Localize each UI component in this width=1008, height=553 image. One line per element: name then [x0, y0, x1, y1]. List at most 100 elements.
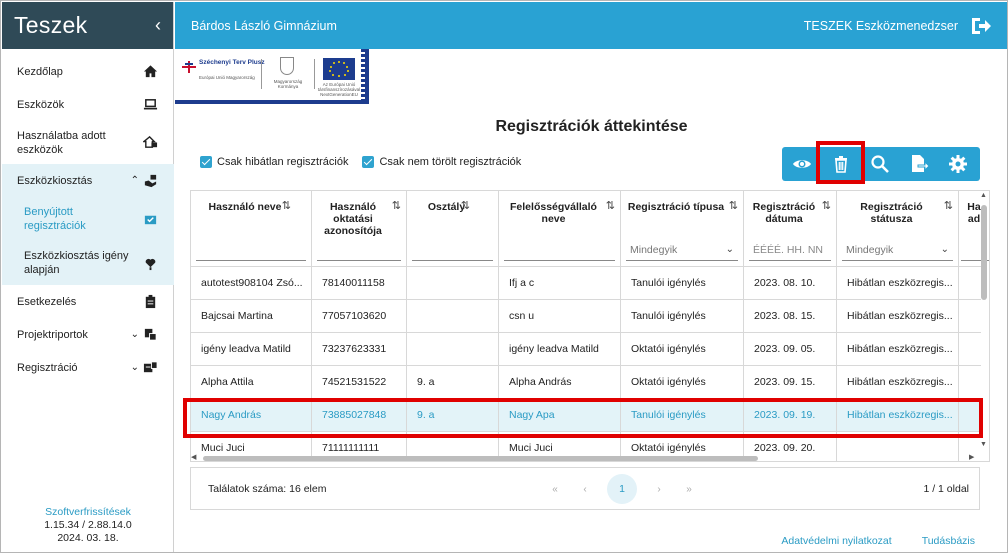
- sort-icon[interactable]: ⇅: [606, 199, 615, 212]
- sidebar-item-label: Eszközök: [17, 98, 65, 111]
- table-row[interactable]: igény leadva Matild 73237623331 igény lead…: [191, 333, 981, 366]
- sort-icon[interactable]: ⇅: [944, 199, 953, 212]
- cell-registration-status: Hibátlan eszközregis...: [837, 366, 959, 399]
- collapse-sidebar-icon[interactable]: ‹: [155, 15, 161, 36]
- sort-icon[interactable]: ⇅: [822, 199, 831, 212]
- page-1-button[interactable]: 1: [607, 474, 637, 504]
- logout-icon[interactable]: [970, 16, 992, 36]
- app-name: TESZEK Eszközmenedzser: [803, 18, 958, 33]
- cell-registration-date: 2023. 09. 15.: [744, 366, 837, 399]
- search-button[interactable]: [860, 147, 899, 181]
- registration-status-select[interactable]: Mindegyik ⌄: [842, 239, 953, 261]
- sort-icon[interactable]: ⇅: [461, 199, 470, 212]
- sidebar-item-allocation-by-request[interactable]: Eszközkiosztás igény alapján: [2, 241, 174, 285]
- table-row[interactable]: Alpha Attila 74521531522 9. a Alpha András O…: [191, 366, 981, 399]
- vertical-scrollbar[interactable]: ▲ ▼: [979, 190, 989, 452]
- checkbox-checked-icon[interactable]: [362, 156, 375, 168]
- sidebar-item-allocation[interactable]: Eszközkiosztás ⌃: [2, 164, 174, 197]
- sidebar-item-devices[interactable]: Eszközök: [2, 88, 174, 121]
- column-header-registration-status[interactable]: Regisztráció státusza ⇅ Mindegyik ⌄: [837, 191, 959, 267]
- export-button[interactable]: [899, 147, 938, 181]
- checkbox-checked-icon[interactable]: [200, 156, 212, 168]
- sidebar-item-label: Eszközkiosztás: [17, 174, 93, 187]
- cell-guardian-name: igény leadva Matild: [499, 333, 621, 366]
- sidebar-item-case-handling[interactable]: Esetkezelés: [2, 285, 174, 318]
- scroll-up-icon[interactable]: ▲: [980, 192, 987, 199]
- chevron-down-icon: ⌄: [940, 244, 949, 255]
- prev-page-button[interactable]: ‹: [577, 484, 593, 495]
- next-page-button[interactable]: ›: [651, 484, 667, 495]
- registration-icon: [141, 360, 159, 376]
- registration-date-input[interactable]: ÉÉÉÉ. HH. NN: [749, 239, 831, 261]
- filter-checkboxes: Csak hibátlan regisztrációk Csak nem tör…: [200, 156, 521, 168]
- first-page-button[interactable]: «: [547, 484, 563, 495]
- cell-class: [407, 267, 499, 300]
- filter-input-education-id[interactable]: [317, 239, 401, 261]
- cell-user-name: autotest908104 Zsó...: [191, 267, 312, 300]
- only-valid-registrations-checkbox[interactable]: Csak hibátlan regisztrációk: [200, 156, 348, 168]
- app-window: Teszek ‹ Kezdőlap Eszközök Használatba a…: [0, 0, 1008, 553]
- cell-education-id: 78140011158: [312, 267, 407, 300]
- privacy-link[interactable]: Adatvédelmi nyilatkozat: [781, 535, 891, 547]
- cell-registration-type: Oktatói igénylés: [621, 366, 744, 399]
- chevron-down-icon: ⌄: [130, 362, 139, 373]
- funding-logos: Széchenyi Terv Plusz Európai Unió Magyar…: [175, 49, 375, 107]
- sort-icon[interactable]: ⇅: [729, 199, 738, 212]
- only-not-deleted-registrations-checkbox[interactable]: Csak nem törölt regisztrációk: [362, 156, 521, 168]
- scroll-right-icon[interactable]: ▶: [969, 453, 974, 461]
- settings-button[interactable]: [938, 147, 977, 181]
- scroll-left-icon[interactable]: ◀: [191, 453, 196, 461]
- hand-device-icon: [141, 173, 159, 189]
- filter-input-guardian-name[interactable]: [504, 239, 615, 261]
- column-header-education-id[interactable]: Használó oktatási azonosítója ⇅: [312, 191, 407, 267]
- view-icon: [792, 160, 811, 168]
- sidebar-item-project-reports[interactable]: Projektriportok ⌄: [2, 318, 174, 351]
- scrollbar-thumb[interactable]: [203, 456, 758, 461]
- page-controls: « ‹ 1 › »: [547, 474, 697, 504]
- cell-registration-type: Tanulói igénylés: [621, 267, 744, 300]
- szechenyi-logo-text: Széchenyi Terv Plusz: [199, 59, 265, 66]
- chevron-up-icon: ⌃: [130, 175, 139, 186]
- sidebar-item-devices-in-use[interactable]: Használatba adott eszközök: [2, 121, 174, 164]
- column-header-guardian-name[interactable]: Felelősségvállaló neve ⇅: [499, 191, 621, 267]
- settings-icon: [948, 155, 967, 173]
- cell-guardian-name: Ifj a c: [499, 267, 621, 300]
- filter-input-class[interactable]: [412, 239, 493, 261]
- column-header-registration-type[interactable]: Regisztráció típusa ⇅ Mindegyik ⌄: [621, 191, 744, 267]
- sort-icon[interactable]: ⇅: [392, 199, 401, 212]
- ministry-logo-text: Magyarország Kormánya: [273, 79, 303, 89]
- sidebar-item-label: Használatba adott eszközök: [17, 129, 106, 156]
- device-handover-icon: [141, 135, 159, 151]
- filter-input-user-name[interactable]: [196, 239, 306, 261]
- column-header-registration-date[interactable]: Regisztráció dátuma ⇅ ÉÉÉÉ. HH. NN: [744, 191, 837, 267]
- sidebar-item-label: Regisztráció: [17, 361, 78, 374]
- last-page-button[interactable]: »: [681, 484, 697, 495]
- version-label: 1.15.34 / 2.88.14.0: [44, 519, 132, 531]
- footer-links: Adatvédelmi nyilatkozat Tudásbázis: [781, 535, 975, 547]
- column-header-user-name[interactable]: Használó neve ⇅: [191, 191, 312, 267]
- cell-registration-status: Hibátlan eszközregis...: [837, 300, 959, 333]
- table-row[interactable]: autotest908104 Zsó... 78140011158 Ifj a cT…: [191, 267, 981, 300]
- scrollbar-thumb[interactable]: [981, 205, 987, 300]
- cell-registration-date: 2023. 08. 10.: [744, 267, 837, 300]
- sidebar-item-home[interactable]: Kezdőlap: [2, 55, 174, 88]
- column-header-class[interactable]: Osztály ⇅: [407, 191, 499, 267]
- sort-icon[interactable]: ⇅: [282, 199, 291, 212]
- software-updates-link[interactable]: Szoftverfrissítések: [2, 506, 174, 519]
- logo-banner: Széchenyi Terv Plusz Európai Unió Magyar…: [175, 49, 369, 104]
- home-icon: [141, 64, 159, 80]
- sidebar-item-registration[interactable]: Regisztráció ⌄: [2, 351, 174, 384]
- sidebar-item-submitted-registrations[interactable]: Benyújtott regisztrációk: [2, 197, 174, 241]
- hand-heart-icon: [141, 255, 159, 271]
- logo-stripe: [361, 49, 365, 101]
- cell-registration-status: Hibátlan eszközregis...: [837, 267, 959, 300]
- knowledge-base-link[interactable]: Tudásbázis: [922, 535, 975, 547]
- registration-type-select[interactable]: Mindegyik ⌄: [626, 239, 738, 261]
- scroll-down-icon[interactable]: ▼: [980, 441, 987, 448]
- brand-title: Teszek: [14, 12, 88, 38]
- page-info: 1 / 1 oldal: [923, 483, 969, 495]
- cell-registration-date: 2023. 08. 15.: [744, 300, 837, 333]
- table-row[interactable]: Bajcsai Martina 77057103620 csn u Tanulói i…: [191, 300, 981, 333]
- horizontal-scrollbar[interactable]: ◀ ▶: [191, 453, 979, 463]
- chevron-down-icon: ⌄: [130, 329, 139, 340]
